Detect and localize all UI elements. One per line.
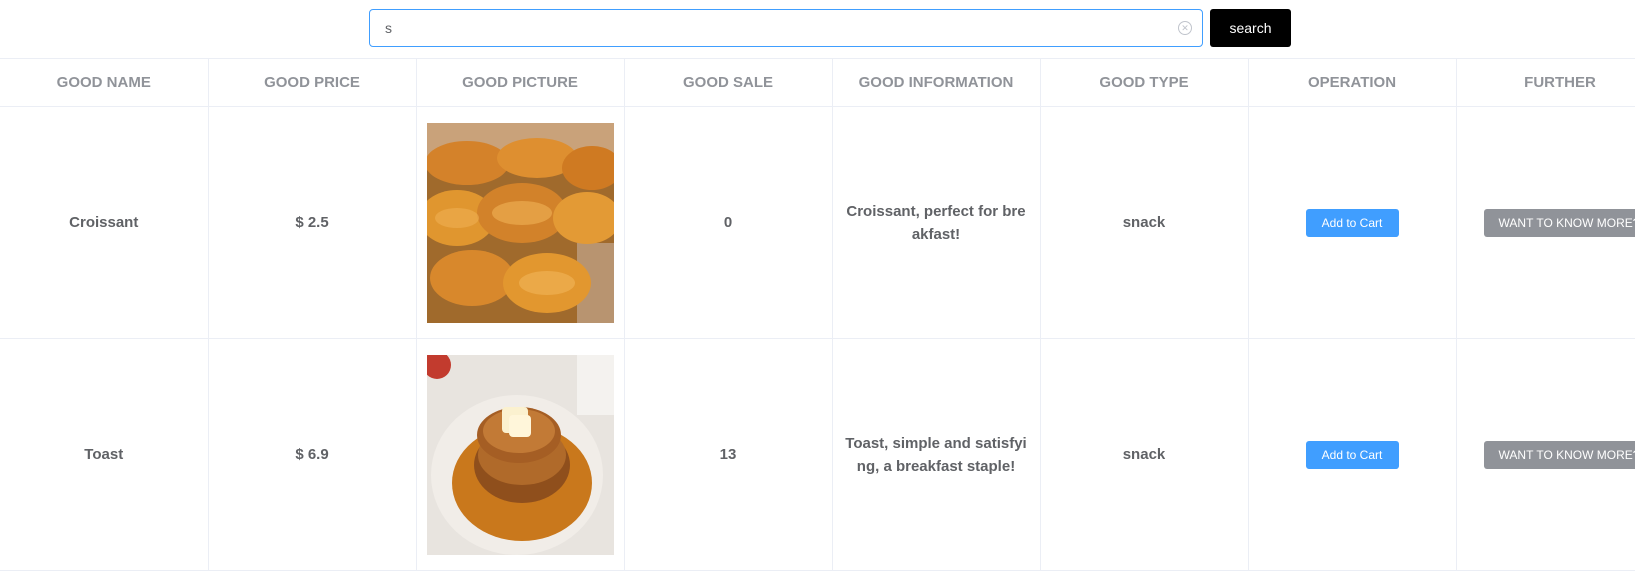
search-input[interactable] [370,10,1160,46]
header-good-sale: GOOD SALE [624,58,833,107]
header-good-name: GOOD NAME [0,58,209,107]
good-picture-cell [416,106,625,339]
further-cell: WANT TO KNOW MORE? [1456,106,1635,339]
want-to-know-more-button[interactable]: WANT TO KNOW MORE? [1483,440,1635,469]
search-bar: ✕ search [0,0,1635,56]
operation-cell: Add to Cart [1248,106,1457,339]
search-field[interactable]: ✕ [369,9,1203,47]
good-sale-cell: 0 [624,106,833,339]
good-information-text: Toast, simple and satisfying, a breakfas… [845,434,1027,475]
goods-table: GOOD NAME GOOD PRICE GOOD PICTURE GOOD S… [0,58,1635,571]
header-operation: OPERATION [1248,58,1457,107]
good-price-cell: $ 2.5 [208,106,417,339]
add-to-cart-button[interactable]: Add to Cart [1305,440,1399,469]
clear-icon[interactable]: ✕ [1178,21,1192,35]
header-good-picture: GOOD PICTURE [416,58,625,107]
good-information-text: Croissant, perfect for breakfast! [846,202,1026,243]
good-name-cell: Croissant [0,106,209,339]
table-header-row: GOOD NAME GOOD PRICE GOOD PICTURE GOOD S… [0,58,1635,107]
header-further: FURTHER [1456,58,1635,107]
header-good-type: GOOD TYPE [1040,58,1249,107]
header-good-information: GOOD INFORMATION [832,58,1041,107]
good-type-cell: snack [1040,106,1249,339]
table-row: Croissant $ 2.5 0 Croissant, perfect for… [0,106,1635,339]
good-information-cell: Croissant, perfect for breakfast! [832,106,1041,339]
want-to-know-more-button[interactable]: WANT TO KNOW MORE? [1483,208,1635,237]
add-to-cart-button[interactable]: Add to Cart [1305,208,1399,237]
croissant-photo [426,122,614,323]
french-toast-photo [426,354,614,555]
search-button[interactable]: search [1210,9,1291,47]
header-good-price: GOOD PRICE [208,58,417,107]
